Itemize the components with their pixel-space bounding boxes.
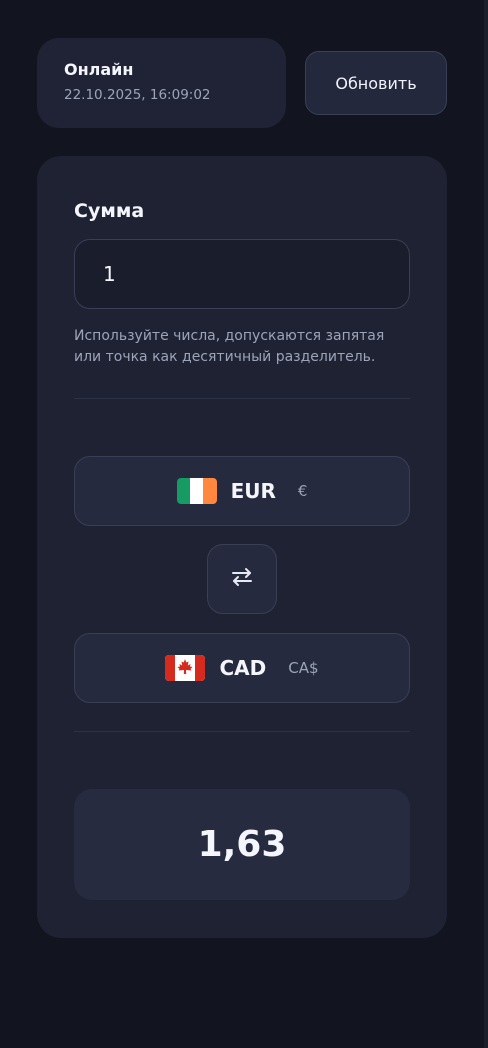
refresh-button[interactable]: Обновить bbox=[305, 51, 447, 115]
to-currency-code: CAD bbox=[219, 656, 267, 680]
to-currency-button[interactable]: CAD CA$ bbox=[74, 633, 410, 703]
from-currency-symbol: € bbox=[297, 482, 308, 500]
ireland-flag-icon bbox=[176, 478, 217, 504]
divider bbox=[74, 731, 410, 732]
amount-hint: Используйте числа, допускаются запятая и… bbox=[74, 328, 385, 365]
swap-arrows-icon bbox=[230, 566, 254, 592]
canada-flag-icon bbox=[165, 655, 206, 681]
scrollbar-track bbox=[484, 0, 488, 1048]
status-card: Онлайн 22.10.2025, 16:09:02 bbox=[37, 38, 286, 128]
converter-card: Сумма Используйте числа, допускаются зап… bbox=[37, 156, 447, 938]
status-title: Онлайн bbox=[64, 60, 134, 79]
amount-label: Сумма bbox=[74, 200, 145, 222]
status-timestamp: 22.10.2025, 16:09:02 bbox=[64, 87, 211, 103]
to-currency-symbol: CA$ bbox=[288, 659, 319, 677]
divider bbox=[74, 398, 410, 399]
swap-currencies-button[interactable] bbox=[207, 544, 277, 614]
result-value: 1,63 bbox=[197, 824, 287, 865]
from-currency-code: EUR bbox=[230, 479, 276, 503]
amount-input[interactable] bbox=[74, 239, 410, 309]
from-currency-button[interactable]: EUR € bbox=[74, 456, 410, 526]
result-box: 1,63 bbox=[74, 789, 410, 900]
